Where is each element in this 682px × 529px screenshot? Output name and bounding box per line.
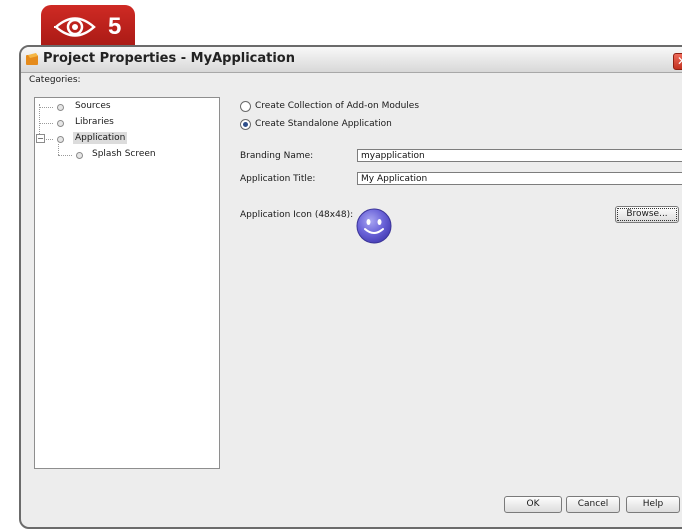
close-button[interactable]: ✕ <box>673 53 682 70</box>
collection-radio-label[interactable]: Create Collection of Add-on Modules <box>255 101 419 111</box>
step-badge: 5 <box>41 5 135 47</box>
eye-icon <box>54 17 96 37</box>
tree-item-label: Splash Screen <box>92 149 156 159</box>
node-bullet-icon <box>76 152 83 159</box>
tree-connector <box>39 107 53 108</box>
radio-selected-dot <box>243 122 248 127</box>
tree-item-label: Libraries <box>75 117 114 127</box>
branding-name-label: Branding Name: <box>240 151 314 161</box>
standalone-radio[interactable] <box>240 119 251 130</box>
categories-label: Categories: <box>29 75 81 85</box>
step-number: 5 <box>108 13 122 40</box>
tree-connector <box>39 123 53 124</box>
node-bullet-icon <box>57 104 64 111</box>
smiley-icon <box>356 208 392 244</box>
cancel-button[interactable]: Cancel <box>566 496 620 513</box>
browse-button[interactable]: Browse... <box>615 206 679 223</box>
node-bullet-icon <box>57 136 64 143</box>
application-icon-label: Application Icon (48x48): <box>240 210 354 220</box>
title-bar[interactable]: Project Properties - MyApplication ✕ <box>21 47 682 73</box>
tree-item-label: Application <box>73 132 128 144</box>
netbeans-project-icon <box>26 53 38 65</box>
tree-connector <box>44 139 53 140</box>
standalone-radio-label[interactable]: Create Standalone Application <box>255 119 392 129</box>
collapse-toggle-icon[interactable]: − <box>36 134 45 143</box>
tree-connector <box>58 144 59 155</box>
project-properties-dialog: Project Properties - MyApplication ✕ Cat… <box>19 45 682 529</box>
tree-item-label: Sources <box>75 101 111 111</box>
tree-connector <box>39 104 40 138</box>
application-title-label: Application Title: <box>240 174 316 184</box>
application-title-input[interactable]: My Application <box>357 172 682 185</box>
help-button[interactable]: Help <box>626 496 680 513</box>
categories-tree[interactable]: Sources Libraries − Application Splash S… <box>34 97 220 469</box>
node-bullet-icon <box>57 120 64 127</box>
tree-connector <box>58 155 72 156</box>
branding-name-input[interactable]: myapplication <box>357 149 682 162</box>
collection-radio[interactable] <box>240 101 251 112</box>
close-icon: ✕ <box>677 54 682 68</box>
window-title: Project Properties - MyApplication <box>43 51 295 66</box>
ok-button[interactable]: OK <box>504 496 562 513</box>
